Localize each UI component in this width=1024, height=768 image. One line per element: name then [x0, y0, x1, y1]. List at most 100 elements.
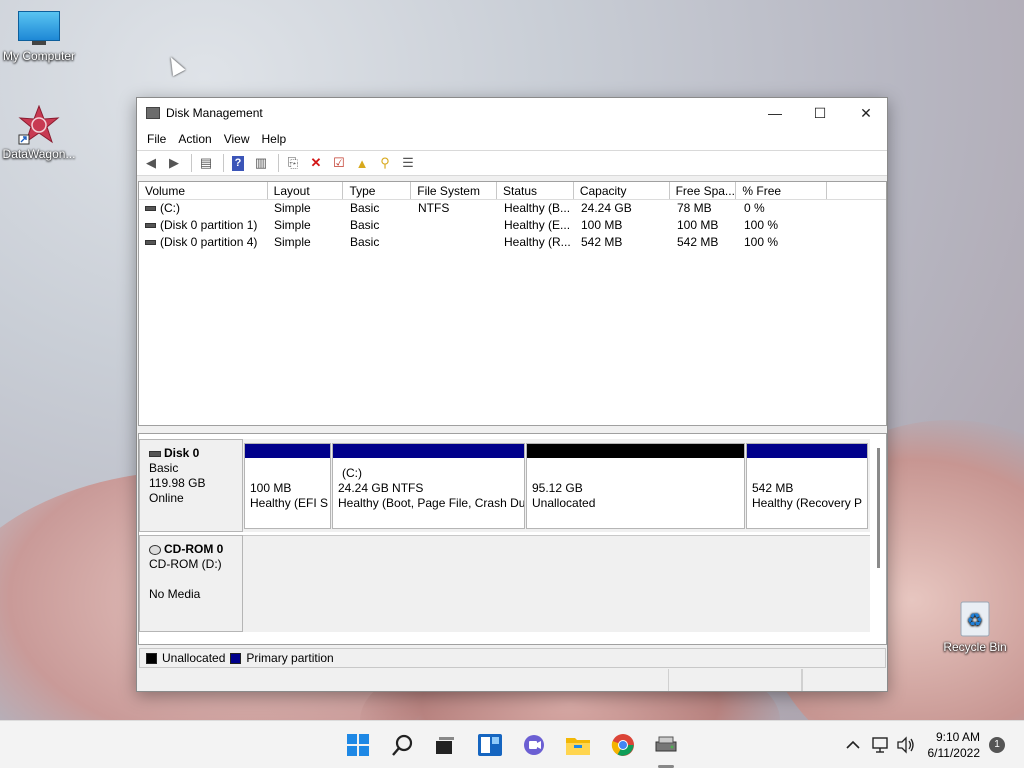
- cdrom-0-area[interactable]: [243, 535, 870, 632]
- cell-file-system: NTFS: [418, 201, 450, 215]
- disk-type: CD-ROM (D:): [149, 557, 222, 571]
- legend-label-primary: Primary partition: [246, 651, 334, 665]
- cell-status: Healthy (E...: [504, 218, 571, 232]
- title-bar[interactable]: Disk Management — ☐ ✕: [137, 98, 887, 128]
- menu-bar: File Action View Help: [137, 128, 887, 150]
- notification-badge[interactable]: 1: [989, 737, 1005, 753]
- forward-icon[interactable]: ▶: [164, 153, 184, 173]
- disk-0-partitions: 100 MB Healthy (EFI S (C:) 24.24 GB NTFS…: [243, 439, 870, 532]
- column-header-percent-free[interactable]: % Free: [736, 182, 828, 199]
- cell-layout: Simple: [274, 218, 311, 232]
- partition-title: [752, 466, 867, 481]
- connect-disk-icon[interactable]: ⎘: [283, 153, 303, 173]
- back-icon[interactable]: ◀: [141, 153, 161, 173]
- console-tree-icon[interactable]: ▤: [196, 153, 216, 173]
- volume-icon: [145, 223, 156, 229]
- search-icon[interactable]: [389, 731, 417, 759]
- partition-title: [250, 466, 330, 481]
- column-header-type[interactable]: Type: [343, 182, 412, 199]
- minimize-button[interactable]: —: [752, 98, 798, 128]
- desktop-icon-datawagon[interactable]: DataWagon...: [0, 104, 79, 161]
- properties-icon[interactable]: ▥: [251, 153, 271, 173]
- volume-icon: [145, 240, 156, 246]
- desktop-icon-label: DataWagon...: [2, 147, 76, 161]
- recycle-bin-icon: ♻: [957, 598, 993, 638]
- vertical-scrollbar[interactable]: [877, 448, 880, 568]
- disk-layout-pane: Disk 0 Basic 119.98 GB Online 100 MB Hea…: [138, 433, 887, 645]
- datawagon-icon: [17, 104, 61, 145]
- legend-swatch-unallocated: [146, 652, 157, 664]
- desktop-icon-my-computer[interactable]: My Computer: [0, 11, 79, 63]
- chevron-up-icon[interactable]: [840, 731, 866, 759]
- system-clock[interactable]: 9:10 AM 6/11/2022: [928, 729, 981, 761]
- volume-list-header: Volume Layout Type File System Status Ca…: [139, 182, 886, 200]
- partition-bar: [747, 444, 867, 458]
- partition-unallocated[interactable]: 95.12 GB Unallocated: [526, 443, 745, 529]
- partition-size: 100 MB: [250, 481, 292, 495]
- partition-efi[interactable]: 100 MB Healthy (EFI S: [244, 443, 331, 529]
- partition-title: (C:): [342, 466, 362, 480]
- clock-date: 6/11/2022: [927, 746, 981, 760]
- status-bar: [137, 669, 887, 691]
- chat-icon[interactable]: [520, 731, 548, 759]
- column-header-layout[interactable]: Layout: [268, 182, 344, 199]
- help-icon[interactable]: ?: [228, 153, 248, 173]
- delete-icon[interactable]: ✕: [306, 153, 326, 173]
- search-disk-icon[interactable]: ⚲: [375, 153, 395, 173]
- partition-status: Healthy (EFI S: [250, 496, 329, 510]
- network-icon[interactable]: [868, 731, 894, 759]
- svg-text:♻: ♻: [967, 610, 983, 631]
- chrome-icon[interactable]: [609, 731, 637, 759]
- start-icon[interactable]: [344, 731, 372, 759]
- column-header-capacity[interactable]: Capacity: [574, 182, 670, 199]
- volume-icon: [145, 206, 156, 212]
- volume-icon[interactable]: [893, 731, 919, 759]
- disk-icon: [149, 450, 161, 457]
- menu-action[interactable]: Action: [172, 132, 217, 146]
- column-header-free-space[interactable]: Free Spa...: [670, 182, 737, 199]
- close-button[interactable]: ✕: [843, 98, 889, 128]
- cell-percent-free: 100 %: [744, 235, 779, 249]
- partition-size: 95.12 GB: [532, 481, 583, 495]
- check-icon[interactable]: ☑: [329, 153, 349, 173]
- task-view-icon[interactable]: [431, 731, 459, 759]
- toolbar: ◀ ▶ ▤ ? ▥ ⎘ ✕ ☑ ▲ ⚲ ☰: [137, 150, 887, 176]
- legend: Unallocated Primary partition: [139, 648, 886, 668]
- cell-layout: Simple: [274, 201, 311, 215]
- menu-help[interactable]: Help: [256, 132, 293, 146]
- table-row[interactable]: (Disk 0 partition 4) Simple Basic Health…: [139, 234, 886, 251]
- partition-size: 24.24 GB NTFS: [338, 481, 424, 495]
- widgets-icon[interactable]: [476, 731, 504, 759]
- cell-type: Basic: [350, 235, 380, 249]
- clock-time: 9:10 AM: [935, 730, 980, 744]
- table-row[interactable]: (C:) Simple Basic NTFS Healthy (B... 24.…: [139, 200, 886, 217]
- import-icon[interactable]: ▲: [352, 153, 372, 173]
- disk-0-label[interactable]: Disk 0 Basic 119.98 GB Online: [139, 439, 243, 532]
- disk-management-icon[interactable]: [652, 731, 680, 759]
- column-header-file-system[interactable]: File System: [411, 182, 498, 199]
- partition-recovery[interactable]: 542 MB Healthy (Recovery P: [746, 443, 868, 529]
- file-explorer-icon[interactable]: [564, 731, 592, 759]
- partition-bar: [245, 444, 330, 458]
- cell-layout: Simple: [274, 235, 311, 249]
- partition-status: Unallocated: [532, 496, 596, 510]
- desktop-icon-recycle-bin[interactable]: ♻ Recycle Bin: [935, 598, 1015, 654]
- disk-type: Basic: [149, 461, 179, 475]
- cell-capacity: 24.24 GB: [581, 201, 632, 215]
- menu-view[interactable]: View: [218, 132, 256, 146]
- partition-c[interactable]: (C:) 24.24 GB NTFS Healthy (Boot, Page F…: [332, 443, 525, 529]
- column-header-status[interactable]: Status: [497, 182, 574, 199]
- column-header-volume[interactable]: Volume: [139, 182, 268, 199]
- disk-management-app-icon: [146, 107, 160, 119]
- menu-file[interactable]: File: [141, 132, 172, 146]
- cdrom-0-label[interactable]: CD-ROM 0 CD-ROM (D:) No Media: [139, 535, 243, 632]
- settings-icon[interactable]: ☰: [398, 153, 418, 173]
- disk-management-window: Disk Management — ☐ ✕ File Action View H…: [136, 97, 888, 692]
- cell-type: Basic: [350, 218, 380, 232]
- table-row[interactable]: (Disk 0 partition 1) Simple Basic Health…: [139, 217, 886, 234]
- cell-capacity: 542 MB: [581, 235, 623, 249]
- cell-percent-free: 100 %: [744, 218, 779, 232]
- cell-free-space: 78 MB: [677, 201, 712, 215]
- maximize-button[interactable]: ☐: [797, 98, 843, 128]
- cell-status: Healthy (B...: [504, 201, 571, 215]
